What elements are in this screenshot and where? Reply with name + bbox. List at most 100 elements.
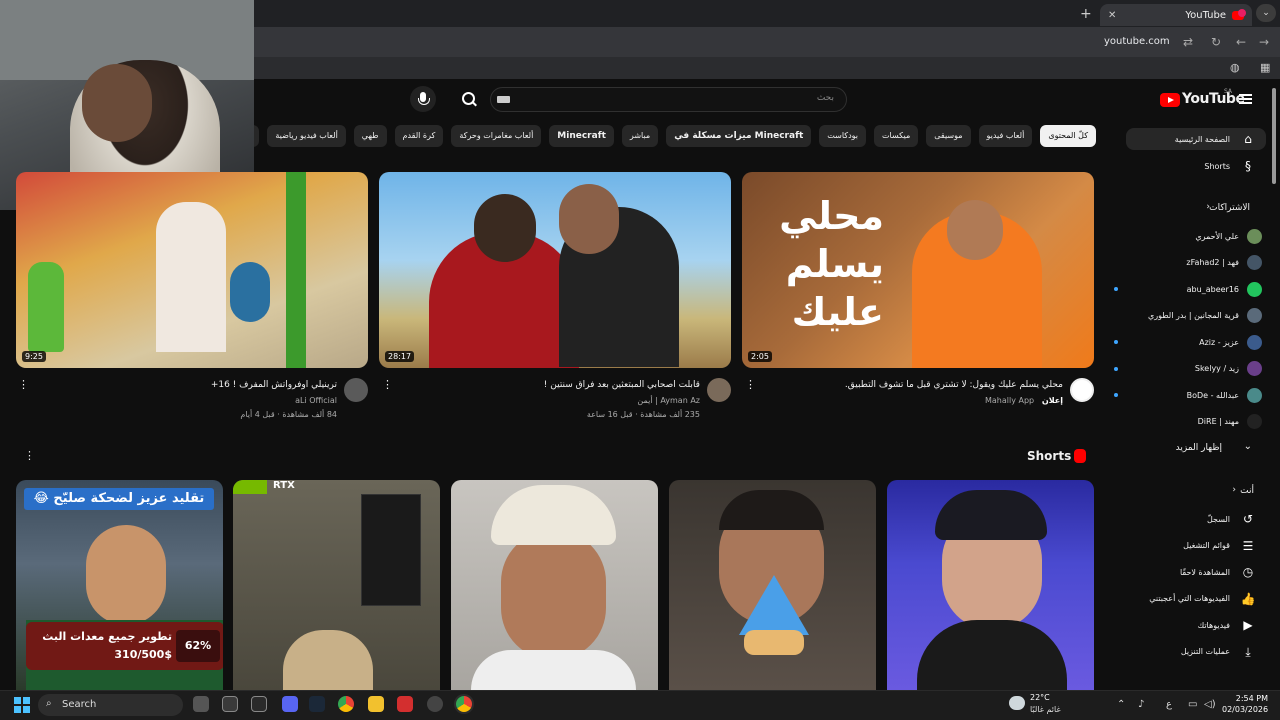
- browser-tab-youtube[interactable]: YouTube ✕: [1100, 4, 1252, 26]
- short-thumbnail[interactable]: [669, 480, 876, 690]
- subscription-item[interactable]: علي الأحمري: [1112, 226, 1262, 246]
- show-more-button[interactable]: إظهار المزيد: [1176, 443, 1222, 453]
- network-icon[interactable]: ▭: [1188, 699, 1197, 710]
- apps-grid-icon[interactable]: ▦: [1260, 61, 1270, 74]
- video-thumbnail[interactable]: 9:25: [16, 172, 368, 368]
- forward-icon[interactable]: →: [1259, 35, 1269, 49]
- channel-avatar[interactable]: [707, 378, 731, 402]
- chip-12[interactable]: القنوات التي تمّ تحميلها مؤخرًا: [254, 125, 260, 147]
- short-thumbnail[interactable]: RTX: [233, 480, 440, 690]
- chip-3[interactable]: ميكسات: [874, 125, 919, 147]
- subscription-item[interactable]: قرية المجانين | بدر الطوري: [1112, 306, 1262, 326]
- clock-time[interactable]: 2:54 PM: [1222, 694, 1268, 703]
- site-settings-icon[interactable]: ⇄: [1183, 35, 1193, 49]
- chip-1[interactable]: ألعاب فيديو: [978, 125, 1033, 147]
- sidebar-item-shorts[interactable]: Shorts §: [1126, 155, 1266, 177]
- video-title[interactable]: ترينيلي اوفرواتش المفرف ! 16+: [211, 380, 337, 390]
- chevron-down-icon[interactable]: ⌄: [1244, 441, 1252, 452]
- weather-desc[interactable]: غائم غالبًا: [1030, 705, 1061, 714]
- discord-icon[interactable]: [282, 696, 298, 712]
- subscriptions-header[interactable]: الاشتراكات: [1209, 203, 1250, 213]
- chrome-active-icon[interactable]: [456, 696, 472, 712]
- subscription-item[interactable]: Aziz - عزيز: [1112, 332, 1262, 352]
- channel-avatar[interactable]: [344, 378, 368, 402]
- reload-icon[interactable]: ↻: [1211, 35, 1221, 49]
- chevron-left-icon[interactable]: ›: [1206, 202, 1210, 212]
- sidebar-item-you-2[interactable]: المشاهدة لاحقًا ◷: [1126, 561, 1266, 583]
- sidebar-item-you-5[interactable]: عمليات التنزيل ⤓: [1126, 641, 1266, 663]
- subscription-item[interactable]: BoDe - عبدالله: [1112, 385, 1262, 405]
- chip-10[interactable]: طهي: [353, 125, 387, 147]
- channel-name[interactable]: Ayman Az | أيمن: [637, 396, 700, 405]
- subscription-item[interactable]: zFahad2 | فهد: [1112, 253, 1262, 273]
- keyboard-icon[interactable]: [497, 96, 510, 103]
- weather-icon[interactable]: [1009, 696, 1025, 710]
- chip-8[interactable]: ألعاب مغامرات وحركة: [451, 125, 542, 147]
- close-tab-icon[interactable]: ✕: [1108, 10, 1116, 21]
- chip-7[interactable]: Minecraft: [549, 125, 614, 147]
- sidebar-item-you-4[interactable]: فيديوهاتك ▶: [1126, 614, 1266, 636]
- chip-9[interactable]: كرة القدم: [394, 125, 444, 147]
- sidebar-item-you-3[interactable]: الفيديوهات التي أعجبتني 👍: [1126, 588, 1266, 610]
- sidebar-item-home[interactable]: الصفحة الرئيسية ⌂: [1126, 128, 1266, 150]
- weather-temp[interactable]: 22°C: [1030, 693, 1050, 702]
- windows-start-icon[interactable]: [14, 697, 30, 713]
- chip-0[interactable]: كلّ المحتوى: [1040, 125, 1096, 147]
- chip-11[interactable]: ألعاب فيديو رياضية: [267, 125, 346, 147]
- new-tab-button[interactable]: +: [1080, 6, 1092, 22]
- chip-5[interactable]: ميزات مسكلة في Minecraft: [666, 125, 812, 147]
- chip-6[interactable]: مباشر: [621, 125, 659, 147]
- search-box[interactable]: [490, 87, 847, 112]
- microphone-icon[interactable]: ♪: [1138, 699, 1144, 710]
- volume-icon[interactable]: ◁): [1204, 699, 1216, 710]
- video-thumbnail[interactable]: محلي يسلم عليك 2:05: [742, 172, 1094, 368]
- tab-search-button[interactable]: ⌄: [1256, 4, 1276, 22]
- youtube-logo-text[interactable]: YouTube: [1182, 91, 1245, 107]
- chip-2[interactable]: موسيقى: [926, 125, 971, 147]
- clock-date[interactable]: 02/03/2026: [1222, 705, 1268, 714]
- app-icon[interactable]: [251, 696, 267, 712]
- video-title[interactable]: محلي يسلم عليك ويقول: لا تشتري قبل ما تش…: [763, 380, 1063, 390]
- taskbar-search[interactable]: [38, 694, 183, 716]
- task-view-icon[interactable]: [193, 696, 209, 712]
- more-options-icon[interactable]: ⋮: [745, 378, 756, 391]
- more-options-icon[interactable]: ⋮: [382, 378, 393, 391]
- channel-avatar: [1247, 387, 1262, 403]
- category-chips: كلّ المحتوى ألعاب فيديو موسيقى ميكسات بودكاس…: [254, 125, 1096, 147]
- you-header[interactable]: أنت: [1240, 486, 1254, 496]
- chevron-left-icon[interactable]: ›: [1232, 485, 1236, 495]
- more-options-icon[interactable]: ⋮: [18, 378, 29, 391]
- globe-icon[interactable]: ◍: [1230, 61, 1240, 74]
- short-thumbnail[interactable]: تقليد عزيز لضحكة صليّح 😂 تطوير جميع معدا…: [16, 480, 223, 690]
- voice-search-button[interactable]: [410, 86, 436, 112]
- channel-avatar[interactable]: [1070, 378, 1094, 402]
- page-scrollbar[interactable]: [1272, 88, 1276, 184]
- search-input[interactable]: [534, 93, 834, 103]
- app-icon[interactable]: [222, 696, 238, 712]
- back-icon[interactable]: ←: [1236, 35, 1246, 49]
- video-title[interactable]: قابلت اصحابي المبتعثين بعد فراق سنتين !: [544, 380, 700, 390]
- input-language[interactable]: ع: [1166, 699, 1172, 710]
- app-icon[interactable]: [427, 696, 443, 712]
- chip-4[interactable]: بودكاست: [819, 125, 867, 147]
- channel-name[interactable]: aLi Official: [295, 396, 337, 405]
- youtube-logo-icon[interactable]: [1160, 93, 1180, 107]
- video-duration: 9:25: [22, 351, 46, 362]
- subscription-item[interactable]: Skelyy / زيد: [1112, 359, 1262, 379]
- search-button[interactable]: [456, 87, 482, 112]
- acrobat-icon[interactable]: [397, 696, 413, 712]
- video-thumbnail[interactable]: 28:17: [379, 172, 731, 368]
- subscription-item[interactable]: DiRE | مهند: [1112, 412, 1262, 432]
- short-thumbnail[interactable]: [451, 480, 658, 690]
- steam-icon[interactable]: [309, 696, 325, 712]
- sidebar-item-you-1[interactable]: قوائم التشغيل ☰: [1126, 535, 1266, 557]
- chrome-icon[interactable]: [338, 696, 354, 712]
- shorts-more-options-icon[interactable]: ⋮: [24, 449, 35, 462]
- short-thumbnail[interactable]: [887, 480, 1094, 690]
- url-field[interactable]: youtube.com: [1104, 36, 1170, 47]
- channel-name[interactable]: Mahally App: [985, 396, 1034, 405]
- tray-expand-icon[interactable]: ⌃: [1117, 699, 1125, 710]
- subscription-item[interactable]: abu_abeer16: [1112, 279, 1262, 299]
- sidebar-item-you-0[interactable]: السجلّ ↺: [1126, 508, 1266, 530]
- file-explorer-icon[interactable]: [368, 696, 384, 712]
